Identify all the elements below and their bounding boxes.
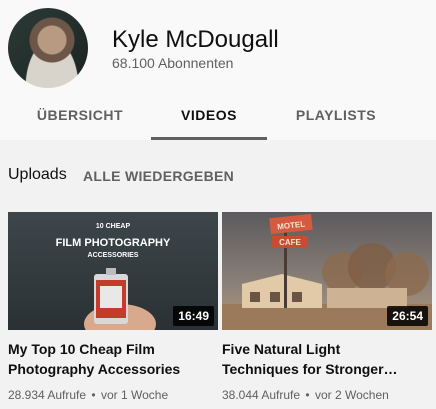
meta-separator: • [91,388,96,402]
subscriber-count: 68.100 Abonnenten [112,55,234,71]
thumbnail-caption: FILM PHOTOGRAPHY [56,237,171,249]
upload-age: vor 2 Wochen [314,388,389,402]
video-title[interactable]: My Top 10 Cheap Film Photography Accesso… [8,339,213,379]
video-title-line: Photography Accessories [8,361,181,377]
thumbnail-caption: 10 CHEAP [96,223,131,230]
active-tab-indicator [151,137,267,140]
tab-videos[interactable]: VIDEOS [151,92,267,140]
video-title-line: Techniques for Stronger… [222,361,398,377]
channel-tabs: ÜBERSICHT VIDEOS PLAYLISTS [0,92,436,140]
view-count: 38.044 Aufrufe [222,388,301,402]
video-metadata: 38.044 Aufrufe • vor 2 Wochen [222,388,389,402]
video-thumbnail[interactable]: 10 CHEAP FILM PHOTOGRAPHY ACCESSORIES 16… [8,212,218,330]
play-all-button[interactable]: ALLE WIEDERGEBEN [83,168,234,184]
video-metadata: 28.934 Aufrufe • vor 1 Woche [8,388,168,402]
channel-name: Kyle McDougall [112,26,279,53]
channel-header: Kyle McDougall 68.100 Abonnenten ÜBERSIC… [0,0,436,140]
tab-playlists[interactable]: PLAYLISTS [276,92,396,140]
video-thumbnail[interactable]: MOTEL CAFE 26:54 [222,212,432,330]
upload-age: vor 1 Woche [100,388,169,402]
view-count: 28.934 Aufrufe [8,388,87,402]
thumbnail-caption: ACCESSORIES [88,252,139,259]
meta-separator: • [305,388,310,402]
tab-overview[interactable]: ÜBERSICHT [20,92,140,140]
video-card[interactable]: 10 CHEAP FILM PHOTOGRAPHY ACCESSORIES 16… [8,212,218,402]
video-duration: 26:54 [387,306,428,326]
video-title[interactable]: Five Natural Light Techniques for Strong… [222,339,427,379]
video-title-line: Five Natural Light [222,341,341,357]
video-title-line: My Top 10 Cheap Film [8,341,155,357]
section-title: Uploads [8,166,67,183]
channel-avatar[interactable] [8,8,88,88]
video-card[interactable]: MOTEL CAFE 26:54 Five Natural Light Tech… [222,212,432,402]
video-duration: 16:49 [173,306,214,326]
uploads-section-header: Uploads ALLE WIEDERGEBEN [0,160,436,192]
thumbnail-caption: CAFE [279,238,301,247]
